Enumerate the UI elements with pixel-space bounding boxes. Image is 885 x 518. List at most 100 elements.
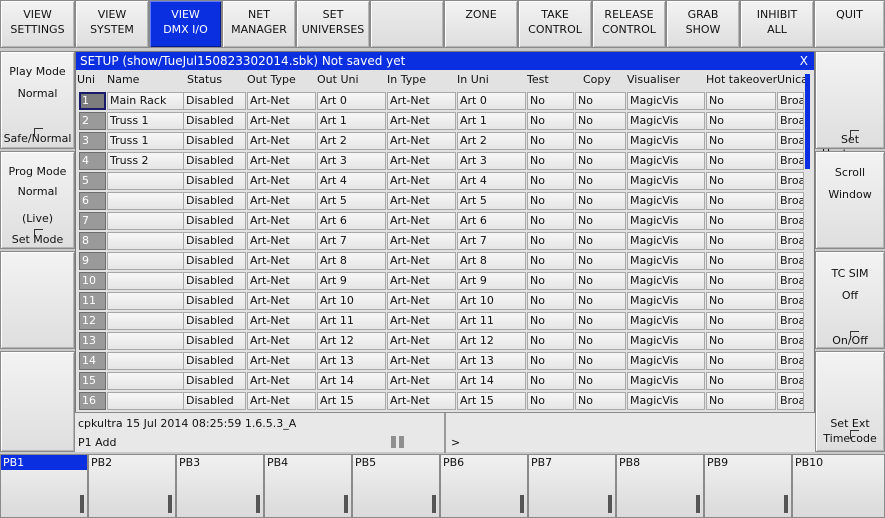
cell-out-uni[interactable]: Art 0 (317, 92, 386, 110)
cell-out-uni[interactable]: Art 8 (317, 252, 386, 270)
cell-hot-takeover[interactable]: No (706, 172, 776, 190)
cell-visualiser[interactable]: MagicVis (627, 332, 705, 350)
tc-sim-button[interactable]: TC SIM Off On/Off (815, 251, 885, 349)
set-ext-timecode-button[interactable]: Set Ext Timecode (815, 351, 885, 452)
cell-in-type[interactable]: Art-Net (387, 312, 456, 330)
cell-uni[interactable]: 6 (79, 192, 106, 210)
cell-uni[interactable]: 12 (79, 312, 106, 330)
cell-status[interactable]: Disabled (183, 372, 246, 390)
grab-show-button[interactable]: GRAB SHOW (666, 0, 740, 48)
cell-name[interactable] (107, 372, 186, 390)
cell-unicast[interactable]: Broa (777, 172, 804, 190)
cell-in-uni[interactable]: Art 2 (457, 132, 526, 150)
playback-10[interactable]: PB10 (792, 454, 885, 518)
cell-in-type[interactable]: Art-Net (387, 92, 456, 110)
cell-hot-takeover[interactable]: No (706, 292, 776, 310)
cell-visualiser[interactable]: MagicVis (627, 312, 705, 330)
cell-visualiser[interactable]: MagicVis (627, 252, 705, 270)
cell-status[interactable]: Disabled (183, 112, 246, 130)
cell-in-type[interactable]: Art-Net (387, 192, 456, 210)
cell-copy[interactable]: No (575, 332, 626, 350)
inhibit-all-button[interactable]: INHIBIT ALL (740, 0, 814, 48)
cell-out-type[interactable]: Art-Net (247, 352, 316, 370)
playback-7[interactable]: PB7 (528, 454, 616, 518)
take-control-button[interactable]: TAKE CONTROL (518, 0, 592, 48)
cell-visualiser[interactable]: MagicVis (627, 352, 705, 370)
cell-uni[interactable]: 7 (79, 212, 106, 230)
cell-in-uni[interactable]: Art 13 (457, 352, 526, 370)
cell-in-uni[interactable]: Art 14 (457, 372, 526, 390)
cell-test[interactable]: No (527, 212, 574, 230)
cell-in-uni[interactable]: Art 5 (457, 192, 526, 210)
cell-out-uni[interactable]: Art 12 (317, 332, 386, 350)
cell-in-uni[interactable]: Art 9 (457, 272, 526, 290)
set-hostname-button[interactable]: Set Hostname (815, 51, 885, 160)
cell-name[interactable] (107, 352, 186, 370)
cell-copy[interactable]: No (575, 172, 626, 190)
cell-uni[interactable]: 15 (79, 372, 106, 390)
cell-test[interactable]: No (527, 132, 574, 150)
cell-test[interactable]: No (527, 92, 574, 110)
cell-in-type[interactable]: Art-Net (387, 272, 456, 290)
cell-hot-takeover[interactable]: No (706, 92, 776, 110)
cell-name[interactable] (107, 232, 186, 250)
cell-out-uni[interactable]: Art 11 (317, 312, 386, 330)
cell-in-type[interactable]: Art-Net (387, 372, 456, 390)
cell-test[interactable]: No (527, 252, 574, 270)
table-scrollbar[interactable] (805, 74, 810, 169)
fader-handle-icon[interactable] (520, 495, 524, 513)
cell-visualiser[interactable]: MagicVis (627, 92, 705, 110)
playback-6[interactable]: PB6 (440, 454, 528, 518)
cell-uni[interactable]: 13 (79, 332, 106, 350)
fader-handle-icon[interactable] (432, 495, 436, 513)
cell-uni[interactable]: 11 (79, 292, 106, 310)
cell-out-type[interactable]: Art-Net (247, 92, 316, 110)
cell-copy[interactable]: No (575, 152, 626, 170)
cell-hot-takeover[interactable]: No (706, 372, 776, 390)
cell-copy[interactable]: No (575, 372, 626, 390)
cell-out-uni[interactable]: Art 4 (317, 172, 386, 190)
fader-handle-icon[interactable] (80, 495, 84, 513)
cell-hot-takeover[interactable]: No (706, 332, 776, 350)
fader-handle-icon[interactable] (168, 495, 172, 513)
cell-unicast[interactable]: Broa (777, 112, 804, 130)
cell-name[interactable]: Main Rack (107, 92, 186, 110)
playback-4[interactable]: PB4 (264, 454, 352, 518)
cell-unicast[interactable]: Broa (777, 212, 804, 230)
cell-hot-takeover[interactable]: No (706, 212, 776, 230)
cell-unicast[interactable]: Broa (777, 392, 804, 410)
cell-in-uni[interactable]: Art 11 (457, 312, 526, 330)
cell-out-type[interactable]: Art-Net (247, 372, 316, 390)
cell-in-type[interactable]: Art-Net (387, 232, 456, 250)
cell-in-type[interactable]: Art-Net (387, 112, 456, 130)
cell-in-uni[interactable]: Art 6 (457, 212, 526, 230)
cell-uni[interactable]: 8 (79, 232, 106, 250)
cell-in-uni[interactable]: Art 8 (457, 252, 526, 270)
cell-status[interactable]: Disabled (183, 332, 246, 350)
cell-out-uni[interactable]: Art 5 (317, 192, 386, 210)
cell-uni[interactable]: 4 (79, 152, 106, 170)
cell-copy[interactable]: No (575, 132, 626, 150)
cell-out-uni[interactable]: Art 1 (317, 112, 386, 130)
cell-status[interactable]: Disabled (183, 132, 246, 150)
cell-test[interactable]: No (527, 232, 574, 250)
fader-handle-icon[interactable] (344, 495, 348, 513)
cell-visualiser[interactable]: MagicVis (627, 232, 705, 250)
cell-out-uni[interactable]: Art 6 (317, 212, 386, 230)
playback-8[interactable]: PB8 (616, 454, 704, 518)
cell-name[interactable] (107, 292, 186, 310)
scroll-window-button[interactable]: Scroll Window (815, 151, 885, 249)
cell-in-type[interactable]: Art-Net (387, 392, 456, 410)
cell-out-uni[interactable]: Art 3 (317, 152, 386, 170)
command-prompt[interactable]: > (451, 436, 460, 449)
cell-status[interactable]: Disabled (183, 352, 246, 370)
cell-test[interactable]: No (527, 152, 574, 170)
cell-hot-takeover[interactable]: No (706, 272, 776, 290)
cell-uni[interactable]: 1 (79, 92, 106, 110)
fader-handle-icon[interactable] (784, 495, 788, 513)
fader-handle-icon[interactable] (696, 495, 700, 513)
cell-test[interactable]: No (527, 172, 574, 190)
cell-visualiser[interactable]: MagicVis (627, 172, 705, 190)
cell-hot-takeover[interactable]: No (706, 232, 776, 250)
cell-visualiser[interactable]: MagicVis (627, 132, 705, 150)
